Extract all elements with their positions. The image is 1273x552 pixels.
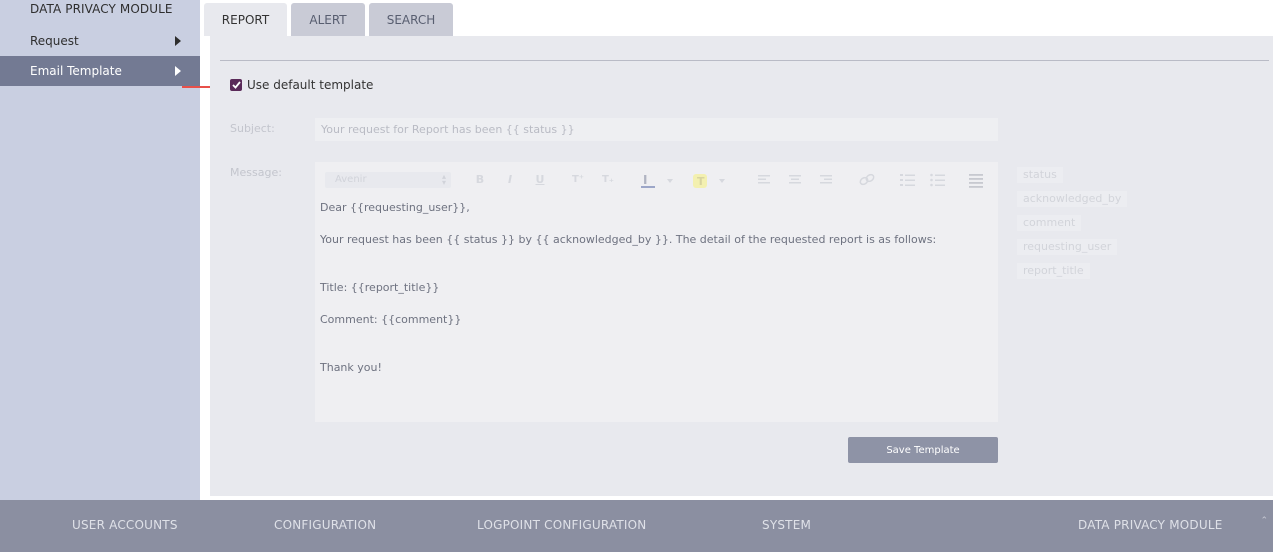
use-default-template-label: Use default template [247, 78, 374, 92]
footer-item-user-accounts[interactable]: USER ACCOUNTS [72, 518, 178, 532]
highlight-color-icon[interactable]: T [693, 173, 729, 189]
sidebar-item-email-template[interactable]: Email Template [0, 56, 200, 86]
scroll-up-icon[interactable]: ⌃ [1260, 516, 1268, 526]
footer-item-configuration[interactable]: CONFIGURATION [274, 518, 376, 532]
svg-text:I: I [643, 173, 647, 187]
text-color-icon[interactable]: I [641, 173, 677, 189]
footer-nav: USER ACCOUNTS CONFIGURATION LOGPOINT CON… [0, 500, 1273, 552]
bold-button[interactable]: B [473, 172, 487, 188]
align-right-icon[interactable] [819, 173, 833, 187]
message-line: Your request has been {{ status }} by {{… [320, 233, 937, 246]
variable-chip-status[interactable]: status [1017, 167, 1063, 183]
editor-toolbar: Avenir ▴ ▾ B I U T⁺ T₊ I T [315, 162, 998, 197]
footer-item-logpoint-configuration[interactable]: LOGPOINT CONFIGURATION [477, 518, 647, 532]
svg-text:T: T [697, 175, 705, 188]
ordered-list-icon[interactable] [900, 173, 916, 187]
caret-right-icon [175, 66, 181, 76]
save-template-button[interactable]: Save Template [848, 437, 998, 463]
link-icon[interactable] [859, 173, 875, 187]
sidebar-item-label: Email Template [30, 64, 122, 78]
font-select-value: Avenir [335, 174, 367, 185]
underline-button[interactable]: U [533, 172, 547, 188]
variable-chip-report-title[interactable]: report_title [1017, 263, 1090, 279]
message-line: Comment: {{comment}} [320, 313, 462, 326]
sidebar: DATA PRIVACY MODULE Request Email Templa… [0, 0, 200, 500]
sidebar-item-request[interactable]: Request [0, 26, 200, 56]
superscript-button[interactable]: T⁺ [569, 172, 587, 188]
justify-icon[interactable] [969, 173, 983, 189]
variable-chip-acknowledged-by[interactable]: acknowledged_by [1017, 191, 1128, 207]
sidebar-item-label: Request [30, 34, 79, 48]
tab-report[interactable]: REPORT [204, 3, 287, 36]
use-default-template-row: Use default template [230, 78, 373, 92]
tab-alert[interactable]: ALERT [291, 3, 365, 36]
tab-search[interactable]: SEARCH [369, 3, 453, 36]
template-panel: Use default template Subject: Message: A… [210, 36, 1273, 496]
message-editor[interactable]: Avenir ▴ ▾ B I U T⁺ T₊ I T Dear {{reques… [315, 162, 998, 422]
message-line: Thank you! [320, 361, 382, 374]
italic-button[interactable]: I [503, 172, 517, 188]
caret-right-icon [175, 36, 181, 46]
subject-input[interactable] [315, 118, 998, 141]
subscript-button[interactable]: T₊ [599, 172, 617, 188]
variable-chip-comment[interactable]: comment [1017, 215, 1082, 231]
message-line: Dear {{requesting_user}}, [320, 201, 470, 214]
variable-chip-requesting-user[interactable]: requesting_user [1017, 239, 1118, 255]
sidebar-title: DATA PRIVACY MODULE [30, 2, 173, 16]
font-select[interactable]: Avenir ▴ ▾ [325, 172, 451, 188]
message-line: Title: {{report_title}} [320, 281, 440, 294]
footer-item-data-privacy-module[interactable]: DATA PRIVACY MODULE [1078, 518, 1222, 532]
updown-icon: ▴ ▾ [441, 172, 446, 187]
unordered-list-icon[interactable] [930, 173, 946, 187]
use-default-template-checkbox[interactable] [230, 79, 242, 91]
align-left-icon[interactable] [757, 173, 771, 187]
divider [220, 60, 1269, 61]
subject-label: Subject: [230, 122, 275, 135]
message-label: Message: [230, 166, 282, 179]
footer-item-system[interactable]: SYSTEM [762, 518, 811, 532]
align-center-icon[interactable] [788, 173, 802, 187]
